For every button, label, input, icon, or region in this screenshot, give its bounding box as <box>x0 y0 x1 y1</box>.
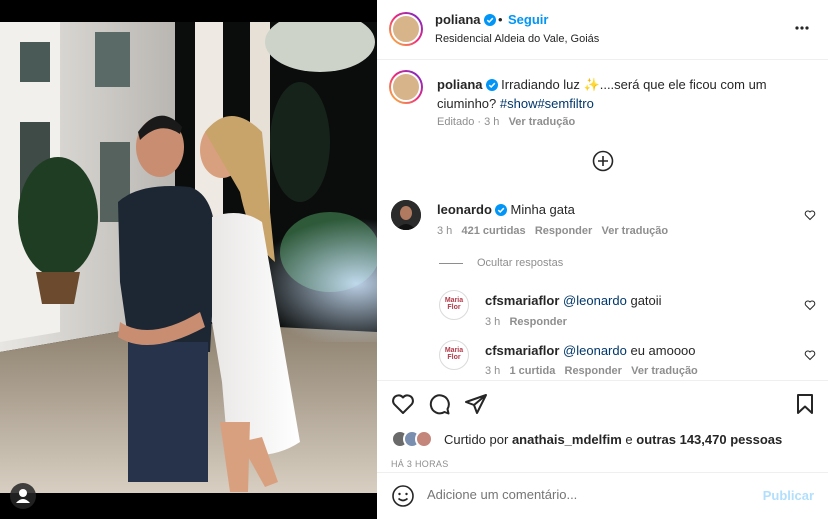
comment-avatar[interactable] <box>391 200 421 230</box>
add-comment-input[interactable] <box>427 487 747 502</box>
post-details-panel: poliana • Seguir Residencial Aldeia do V… <box>377 0 828 519</box>
caption-hashtags[interactable]: #show#semfiltro <box>500 96 594 111</box>
verified-badge-icon <box>485 79 498 91</box>
reply-meta: 3 h 1 curtida Responder Ver tradução <box>485 365 698 377</box>
reply-time[interactable]: 3 h <box>485 316 500 328</box>
emoji-picker-button[interactable] <box>391 484 415 513</box>
tagged-users-button[interactable] <box>10 483 36 509</box>
reply-translate-link[interactable]: Ver tradução <box>631 365 698 377</box>
post-photo-area <box>0 0 377 519</box>
avatar-image <box>391 200 421 230</box>
author-username-text[interactable]: poliana <box>435 12 481 27</box>
reply-avatar[interactable]: Maria Flor <box>439 340 469 370</box>
reply-username[interactable]: cfsmariaflor <box>485 343 559 358</box>
photo-illustration <box>0 22 377 493</box>
reply-likes[interactable]: 1 curtida <box>509 365 555 377</box>
caption-author-avatar[interactable] <box>389 70 423 104</box>
reply-text: cfsmariaflor @leonardo eu amoooo <box>485 343 696 358</box>
caption-meta: Editado · 3 h Ver tradução <box>437 116 576 128</box>
comment-body: Minha gata <box>510 202 575 217</box>
heart-icon <box>804 350 816 361</box>
more-options-button[interactable] <box>794 20 810 41</box>
reply-body: gatoii <box>630 293 662 308</box>
comment-time[interactable]: 3 h <box>437 225 452 237</box>
reply-mention[interactable]: @leonardo <box>563 343 627 358</box>
publish-button[interactable]: Publicar <box>763 488 814 503</box>
post-photo[interactable] <box>0 22 377 493</box>
send-paper-plane-icon <box>465 394 487 414</box>
likes-others[interactable]: outras 143,470 pessoas <box>636 432 782 447</box>
verified-badge-icon <box>494 204 507 216</box>
plus-circle-icon <box>592 150 614 172</box>
instagram-post-modal: poliana • Seguir Residencial Aldeia do V… <box>0 0 828 519</box>
save-button[interactable] <box>793 392 817 421</box>
replies-divider-line <box>439 263 463 264</box>
hide-replies-button[interactable]: Ocultar respostas <box>477 257 563 269</box>
caption-time[interactable]: 3 h <box>484 116 499 128</box>
reply-reply-button[interactable]: Responder <box>509 316 566 328</box>
like-button[interactable] <box>391 392 415 421</box>
header-separator-dot: • <box>498 12 503 27</box>
author-avatar[interactable] <box>389 12 423 46</box>
reply-like-button[interactable] <box>804 348 816 366</box>
likes-prefix: Curtido por <box>444 432 509 447</box>
heart-icon <box>392 394 414 414</box>
follow-button[interactable]: Seguir <box>508 12 548 27</box>
caption-edited-label: Editado <box>437 116 475 128</box>
post-time-ago[interactable]: HÁ 3 HORAS <box>391 459 449 469</box>
author-username[interactable]: poliana <box>435 12 496 27</box>
likes-text: Curtido por anathais_mdelfim e outras 14… <box>444 432 782 447</box>
comment-translate-link[interactable]: Ver tradução <box>601 225 668 237</box>
heart-icon <box>804 210 816 221</box>
comment-text: leonardo Minha gata <box>437 202 575 217</box>
heart-icon <box>804 300 816 311</box>
add-comment-divider <box>377 472 828 473</box>
reply-avatar-logo-text: Maria Flor <box>444 347 464 361</box>
actions-divider <box>377 380 828 381</box>
comment-like-button[interactable] <box>804 208 816 226</box>
comment-meta: 3 h 421 curtidas Responder Ver tradução <box>437 225 668 237</box>
sparkle-emoji: ✨ <box>583 77 600 92</box>
caption-translate-link[interactable]: Ver tradução <box>509 116 576 128</box>
caption-username[interactable]: poliana <box>437 77 483 92</box>
reply-meta: 3 h Responder <box>485 316 567 328</box>
load-more-comments-button[interactable] <box>592 150 614 177</box>
user-icon <box>16 489 30 503</box>
more-horizontal-icon <box>795 26 809 30</box>
bookmark-icon <box>797 394 813 414</box>
smiley-icon <box>392 485 414 507</box>
likes-user[interactable]: anathais_mdelfim <box>512 432 622 447</box>
comment-username[interactable]: leonardo <box>437 202 492 217</box>
reply-avatar-logo-text: Maria Flor <box>444 297 464 311</box>
comment-reply-button[interactable]: Responder <box>535 225 592 237</box>
comment-button[interactable] <box>427 392 451 421</box>
reply-body: eu amoooo <box>630 343 696 358</box>
reply-text: cfsmariaflor @leonardo gatoii <box>485 293 662 308</box>
reply-avatar[interactable]: Maria Flor <box>439 290 469 320</box>
verified-badge-icon <box>483 14 496 26</box>
comment-bubble-icon <box>429 394 450 415</box>
caption-body-start: Irradiando luz <box>501 77 584 92</box>
reply-mention[interactable]: @leonardo <box>563 293 627 308</box>
reply-username[interactable]: cfsmariaflor <box>485 293 559 308</box>
reply-reply-button[interactable]: Responder <box>565 365 622 377</box>
caption-text: poliana Irradiando luz ✨....será que ele… <box>437 75 807 113</box>
post-header: poliana • Seguir Residencial Aldeia do V… <box>377 0 828 60</box>
reply-time[interactable]: 3 h <box>485 365 500 377</box>
share-button[interactable] <box>464 392 488 421</box>
post-location[interactable]: Residencial Aldeia do Vale, Goiás <box>435 33 599 45</box>
liker-avatar[interactable] <box>415 430 433 448</box>
reply-like-button[interactable] <box>804 298 816 316</box>
likes-middle: e <box>625 432 633 447</box>
comment-likes[interactable]: 421 curtidas <box>461 225 525 237</box>
